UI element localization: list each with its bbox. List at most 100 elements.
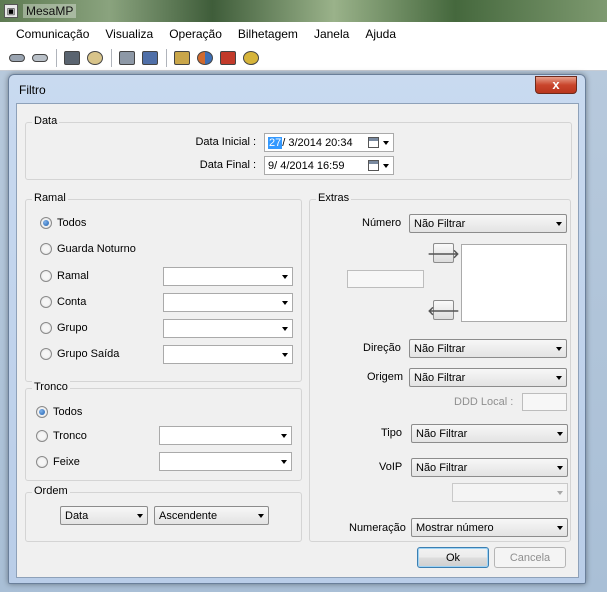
menubar: Comunicação Visualiza Operação Bilhetage… bbox=[0, 22, 607, 45]
numero-label: Número bbox=[362, 217, 402, 229]
ramal-select[interactable] bbox=[163, 267, 293, 286]
app-title: MesaMP bbox=[23, 4, 77, 18]
direcao-select[interactable]: Não Filtrar bbox=[409, 339, 567, 358]
tipo-value: Não Filtrar bbox=[416, 427, 468, 440]
radio-dot bbox=[36, 456, 48, 468]
tipo-select[interactable]: Não Filtrar bbox=[411, 424, 568, 443]
conta-select[interactable] bbox=[163, 293, 293, 312]
chevron-down-icon bbox=[557, 432, 563, 436]
move-right-button[interactable]: 🡒 bbox=[427, 243, 460, 263]
connect-icon[interactable] bbox=[6, 48, 28, 68]
voip-label: VoIP bbox=[379, 461, 403, 473]
radio-tronco-feixe[interactable]: Feixe bbox=[36, 455, 80, 469]
data-final-value: 9/ 4/2014 16:59 bbox=[268, 159, 345, 172]
voip-value: Não Filtrar bbox=[416, 461, 468, 474]
radio-label: Todos bbox=[57, 217, 87, 229]
data-inicial-rest: / 3/2014 20:34 bbox=[282, 136, 353, 149]
voip-detail-select[interactable] bbox=[452, 483, 568, 502]
radio-ramal-todos[interactable]: Todos bbox=[40, 216, 86, 230]
grupo-select[interactable] bbox=[163, 319, 293, 338]
ordem-direction-select[interactable]: Ascendente bbox=[154, 506, 269, 525]
chevron-down-icon bbox=[557, 491, 563, 495]
settings-icon[interactable] bbox=[84, 48, 106, 68]
radio-label: Todos bbox=[53, 406, 83, 418]
data-final-picker[interactable]: 9/ 4/2014 16:59 bbox=[264, 156, 394, 175]
wrench-icon[interactable] bbox=[240, 48, 262, 68]
menu-visualiza[interactable]: Visualiza bbox=[97, 27, 161, 41]
feixe-select[interactable] bbox=[159, 452, 292, 471]
data-inicial-selected-part: 27 bbox=[268, 136, 283, 149]
report-icon[interactable] bbox=[171, 48, 193, 68]
radio-label: Feixe bbox=[53, 456, 80, 468]
numero-value: Não Filtrar bbox=[414, 217, 466, 230]
alarm-icon[interactable] bbox=[217, 48, 239, 68]
close-button[interactable]: x bbox=[535, 76, 577, 94]
radio-ramal-ramal[interactable]: Ramal bbox=[40, 269, 89, 283]
chevron-down-icon bbox=[282, 275, 288, 279]
radio-ramal-guarda-noturno[interactable]: Guarda Noturno bbox=[40, 242, 136, 256]
radio-ramal-conta[interactable]: Conta bbox=[40, 295, 86, 309]
calendar-icon bbox=[368, 160, 379, 171]
numero-input[interactable] bbox=[347, 270, 424, 288]
app-icon: ▣ bbox=[4, 4, 18, 18]
menu-ajuda[interactable]: Ajuda bbox=[357, 27, 404, 41]
direcao-value: Não Filtrar bbox=[414, 342, 466, 355]
chevron-down-icon bbox=[281, 460, 287, 464]
toolbar-separator bbox=[56, 48, 57, 67]
radio-dot bbox=[40, 348, 52, 360]
tronco-group-label: Tronco bbox=[32, 381, 70, 393]
tipo-label: Tipo bbox=[381, 427, 402, 439]
radio-ramal-grupo[interactable]: Grupo bbox=[40, 321, 88, 335]
chevron-down-icon bbox=[281, 434, 287, 438]
tronco-select[interactable] bbox=[159, 426, 292, 445]
radio-dot bbox=[40, 322, 52, 334]
chevron-down-icon bbox=[383, 164, 389, 168]
move-left-button[interactable]: 🡐 bbox=[427, 300, 460, 320]
ok-button-label: Ok bbox=[445, 551, 461, 564]
data-final-label: Data Final : bbox=[199, 159, 256, 171]
data-inicial-picker[interactable]: 27 / 3/2014 20:34 bbox=[264, 133, 394, 152]
radio-tronco-todos[interactable]: Todos bbox=[36, 405, 82, 419]
radio-dot bbox=[40, 243, 52, 255]
numeracao-select[interactable]: Mostrar número bbox=[411, 518, 568, 537]
menu-comunicacao[interactable]: Comunicação bbox=[8, 27, 97, 41]
calendar-icon bbox=[368, 137, 379, 148]
arrow-right-icon: 🡒 bbox=[427, 246, 460, 261]
numero-list[interactable] bbox=[461, 244, 567, 322]
ordem-field-select[interactable]: Data bbox=[60, 506, 148, 525]
cancel-button[interactable]: Cancela bbox=[494, 547, 566, 568]
menu-operacao[interactable]: Operação bbox=[161, 27, 230, 41]
disconnect-icon[interactable] bbox=[29, 48, 51, 68]
chevron-down-icon bbox=[282, 327, 288, 331]
menu-janela[interactable]: Janela bbox=[306, 27, 357, 41]
close-icon: x bbox=[552, 77, 560, 92]
filtro-dialog: Filtro x Data Data Inicial : 27 / 3/2014… bbox=[8, 74, 586, 584]
radio-dot bbox=[40, 270, 52, 282]
tools-icon[interactable] bbox=[116, 48, 138, 68]
grupo-saida-select[interactable] bbox=[163, 345, 293, 364]
ok-button[interactable]: Ok bbox=[417, 547, 489, 568]
toolbar bbox=[0, 45, 607, 71]
numeracao-value: Mostrar número bbox=[416, 521, 494, 534]
radio-ramal-grupo-saida[interactable]: Grupo Saída bbox=[40, 347, 119, 361]
origem-select[interactable]: Não Filtrar bbox=[409, 368, 567, 387]
radio-label: Ramal bbox=[57, 270, 89, 282]
extras-group: Extras Número Não Filtrar 🡒 🡐 Direção Nã… bbox=[309, 192, 571, 542]
radio-label: Tronco bbox=[53, 430, 87, 442]
cancel-button-label: Cancela bbox=[509, 551, 551, 564]
radio-dot bbox=[36, 430, 48, 442]
numero-select[interactable]: Não Filtrar bbox=[409, 214, 567, 233]
voip-select[interactable]: Não Filtrar bbox=[411, 458, 568, 477]
ordem-group-label: Ordem bbox=[32, 485, 70, 497]
module-icon[interactable] bbox=[139, 48, 161, 68]
chevron-down-icon bbox=[557, 466, 563, 470]
ramal-group: Ramal Todos Guarda Noturno Ramal Conta G… bbox=[25, 192, 302, 382]
extras-group-label: Extras bbox=[316, 192, 352, 204]
ddd-local-input[interactable] bbox=[522, 393, 567, 411]
terminal-icon[interactable] bbox=[61, 48, 83, 68]
chevron-down-icon bbox=[282, 353, 288, 357]
users-icon[interactable] bbox=[194, 48, 216, 68]
menu-bilhetagem[interactable]: Bilhetagem bbox=[230, 27, 306, 41]
dialog-titlebar: Filtro x bbox=[9, 75, 585, 103]
radio-tronco-tronco[interactable]: Tronco bbox=[36, 429, 87, 443]
